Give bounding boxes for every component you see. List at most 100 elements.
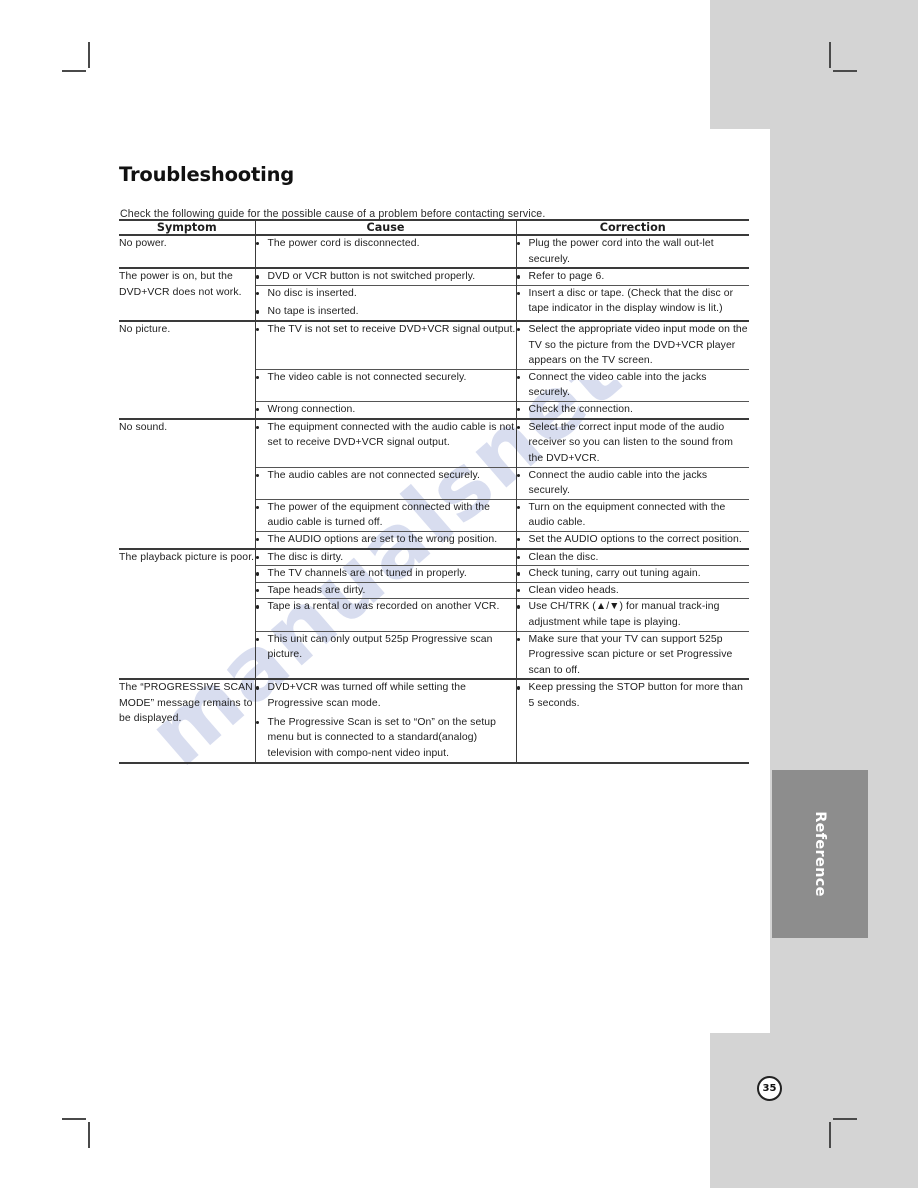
cell-cause: DVD or VCR button is not switched proper… — [254, 267, 516, 286]
cell-cause: Wrong connection. — [254, 401, 516, 419]
cell-symptom: No power. — [119, 233, 255, 269]
cell-correction: Connect the video cable into the jacks s… — [515, 368, 750, 402]
cell-correction: Turn on the equipment connected with the… — [515, 498, 750, 532]
cell-cause: The AUDIO options are set to the wrong p… — [254, 530, 516, 549]
cell-correction: Clean the disc. — [515, 547, 750, 566]
cell-cause: The TV is not set to receive DVD+VCR sig… — [254, 320, 516, 370]
bullet-item: Tape is a rental or was recorded on anot… — [255, 599, 516, 615]
table-header: Symptom Cause Correction — [119, 219, 749, 236]
cell-symptom: The playback picture is poor. — [119, 547, 255, 680]
cell-correction: Set the AUDIO options to the correct pos… — [515, 530, 750, 549]
column-header-cause: Cause — [254, 219, 516, 236]
cause-list: The disc is dirty. — [255, 550, 516, 566]
correction-list: Turn on the equipment connected with the… — [516, 500, 750, 531]
cause-list: Wrong connection. — [255, 402, 516, 418]
bullet-item: No tape is inserted. — [255, 304, 516, 320]
bullet-item: The TV is not set to receive DVD+VCR sig… — [255, 322, 516, 338]
table-header-row: Symptom Cause Correction — [119, 219, 749, 236]
bullet-item: Turn on the equipment connected with the… — [516, 500, 750, 531]
correction-list: Insert a disc or tape. (Check that the d… — [516, 286, 750, 317]
bullet-item: The Progressive Scan is set to “On” on t… — [255, 715, 516, 762]
intro-paragraph: Check the following guide for the possib… — [120, 207, 546, 220]
cause-list: DVD or VCR button is not switched proper… — [255, 269, 516, 285]
cell-cause: The TV channels are not tuned in properl… — [254, 565, 516, 583]
table-row: No picture. The TV is not set to receive … — [119, 320, 750, 419]
correction-list: Check the connection. — [516, 402, 750, 418]
cause-list: DVD+VCR was turned off while setting the… — [255, 680, 516, 762]
bullet-item: The equipment connected with the audio c… — [255, 420, 516, 451]
bullet-item: The video cable is not connected securel… — [255, 370, 516, 386]
cause-list: Tape heads are dirty. — [255, 583, 516, 599]
cell-correction: Check tuning, carry out tuning again. — [515, 565, 750, 583]
correction-list: Refer to page 6. — [516, 269, 750, 285]
cell-correction: Use CH/TRK (▲/▼) for manual track-ing ad… — [515, 598, 750, 632]
page-number: 35 — [757, 1076, 782, 1101]
cell-correction: Clean video heads. — [515, 581, 750, 599]
correction-list: Clean video heads. — [516, 583, 750, 599]
bullet-item: Refer to page 6. — [516, 269, 750, 285]
cell-cause: The power cord is disconnected. — [254, 233, 516, 269]
cell-correction: Select the appropriate video input mode … — [515, 320, 750, 370]
cell-cause: No disc is inserted. No tape is inserted. — [254, 284, 516, 322]
cause-list: The audio cables are not connected secur… — [255, 468, 516, 484]
bullet-item: Check tuning, carry out tuning again. — [516, 566, 750, 582]
cell-cause: Tape heads are dirty. — [254, 581, 516, 599]
cell-symptom: The power is on, but the DVD+VCR does no… — [119, 267, 255, 322]
cause-list: The AUDIO options are set to the wrong p… — [255, 532, 516, 548]
cause-list: The power cord is disconnected. — [255, 236, 516, 252]
bullet-item: The power of the equipment connected wit… — [255, 500, 516, 531]
table-row: No sound. The equipment connected with th… — [119, 417, 750, 549]
table-row: No power. The power cord is disconnected.… — [119, 233, 750, 269]
bullet-item: Select the correct input mode of the aud… — [516, 420, 750, 467]
column-header-symptom: Symptom — [119, 219, 255, 236]
cell-correction: Plug the power cord into the wall out-le… — [515, 233, 750, 269]
bullet-item: Make sure that your TV can support 525p … — [516, 632, 750, 679]
correction-list: Set the AUDIO options to the correct pos… — [516, 532, 750, 548]
cause-list: The power of the equipment connected wit… — [255, 500, 516, 531]
cell-correction: Connect the audio cable into the jacks s… — [515, 466, 750, 500]
bullet-item: Connect the audio cable into the jacks s… — [516, 468, 750, 499]
bullet-item: Wrong connection. — [255, 402, 516, 418]
correction-list: Select the correct input mode of the aud… — [516, 420, 750, 467]
correction-list: Select the appropriate video input mode … — [516, 322, 750, 369]
bullet-item: Keep pressing the STOP button for more t… — [516, 680, 750, 711]
cause-list: The equipment connected with the audio c… — [255, 420, 516, 451]
correction-list: Connect the audio cable into the jacks s… — [516, 468, 750, 499]
correction-list: Check tuning, carry out tuning again. — [516, 566, 750, 582]
correction-list: Clean the disc. — [516, 550, 750, 566]
cell-correction: Refer to page 6. — [515, 267, 750, 286]
bullet-item: The AUDIO options are set to the wrong p… — [255, 532, 516, 548]
cell-correction: Select the correct input mode of the aud… — [515, 417, 750, 468]
page-title: Troubleshooting — [119, 163, 295, 187]
cell-cause: The equipment connected with the audio c… — [254, 417, 516, 468]
table-row: The playback picture is poor. The disc is… — [119, 547, 750, 680]
bullet-item: Clean the disc. — [516, 550, 750, 566]
bullet-item: Check the connection. — [516, 402, 750, 418]
bullet-item: Clean video heads. — [516, 583, 750, 599]
cell-correction: Make sure that your TV can support 525p … — [515, 630, 750, 680]
cell-correction: Check the connection. — [515, 401, 750, 419]
cause-list: No disc is inserted. No tape is inserted. — [255, 286, 516, 320]
section-tab-reference: Reference — [772, 770, 868, 938]
bullet-item: Plug the power cord into the wall out-le… — [516, 236, 750, 267]
cell-symptom: The “PROGRESSIVE SCAN MODE” message rema… — [119, 678, 255, 764]
document-page: Troubleshooting Check the following guid… — [0, 0, 918, 1188]
cause-list: This unit can only output 525p Progressi… — [255, 632, 516, 663]
cell-cause: The audio cables are not connected secur… — [254, 466, 516, 500]
cell-cause: Tape is a rental or was recorded on anot… — [254, 598, 516, 632]
correction-list: Plug the power cord into the wall out-le… — [516, 236, 750, 267]
bullet-item: Select the appropriate video input mode … — [516, 322, 750, 369]
table-row: The power is on, but the DVD+VCR does no… — [119, 267, 750, 322]
cell-correction: Insert a disc or tape. (Check that the d… — [515, 284, 750, 322]
bullet-item: Connect the video cable into the jacks s… — [516, 370, 750, 401]
cell-cause: The disc is dirty. — [254, 547, 516, 566]
correction-list: Use CH/TRK (▲/▼) for manual track-ing ad… — [516, 599, 750, 630]
table-body: No power. The power cord is disconnected.… — [119, 233, 750, 764]
bullet-item: Set the AUDIO options to the correct pos… — [516, 532, 750, 548]
bullet-item: Insert a disc or tape. (Check that the d… — [516, 286, 750, 317]
bullet-item: Use CH/TRK (▲/▼) for manual track-ing ad… — [516, 599, 750, 630]
bullet-item: DVD+VCR was turned off while setting the… — [255, 680, 516, 711]
table-row: The “PROGRESSIVE SCAN MODE” message rema… — [119, 678, 750, 764]
bullet-item: Tape heads are dirty. — [255, 583, 516, 599]
bullet-item: The audio cables are not connected secur… — [255, 468, 516, 484]
